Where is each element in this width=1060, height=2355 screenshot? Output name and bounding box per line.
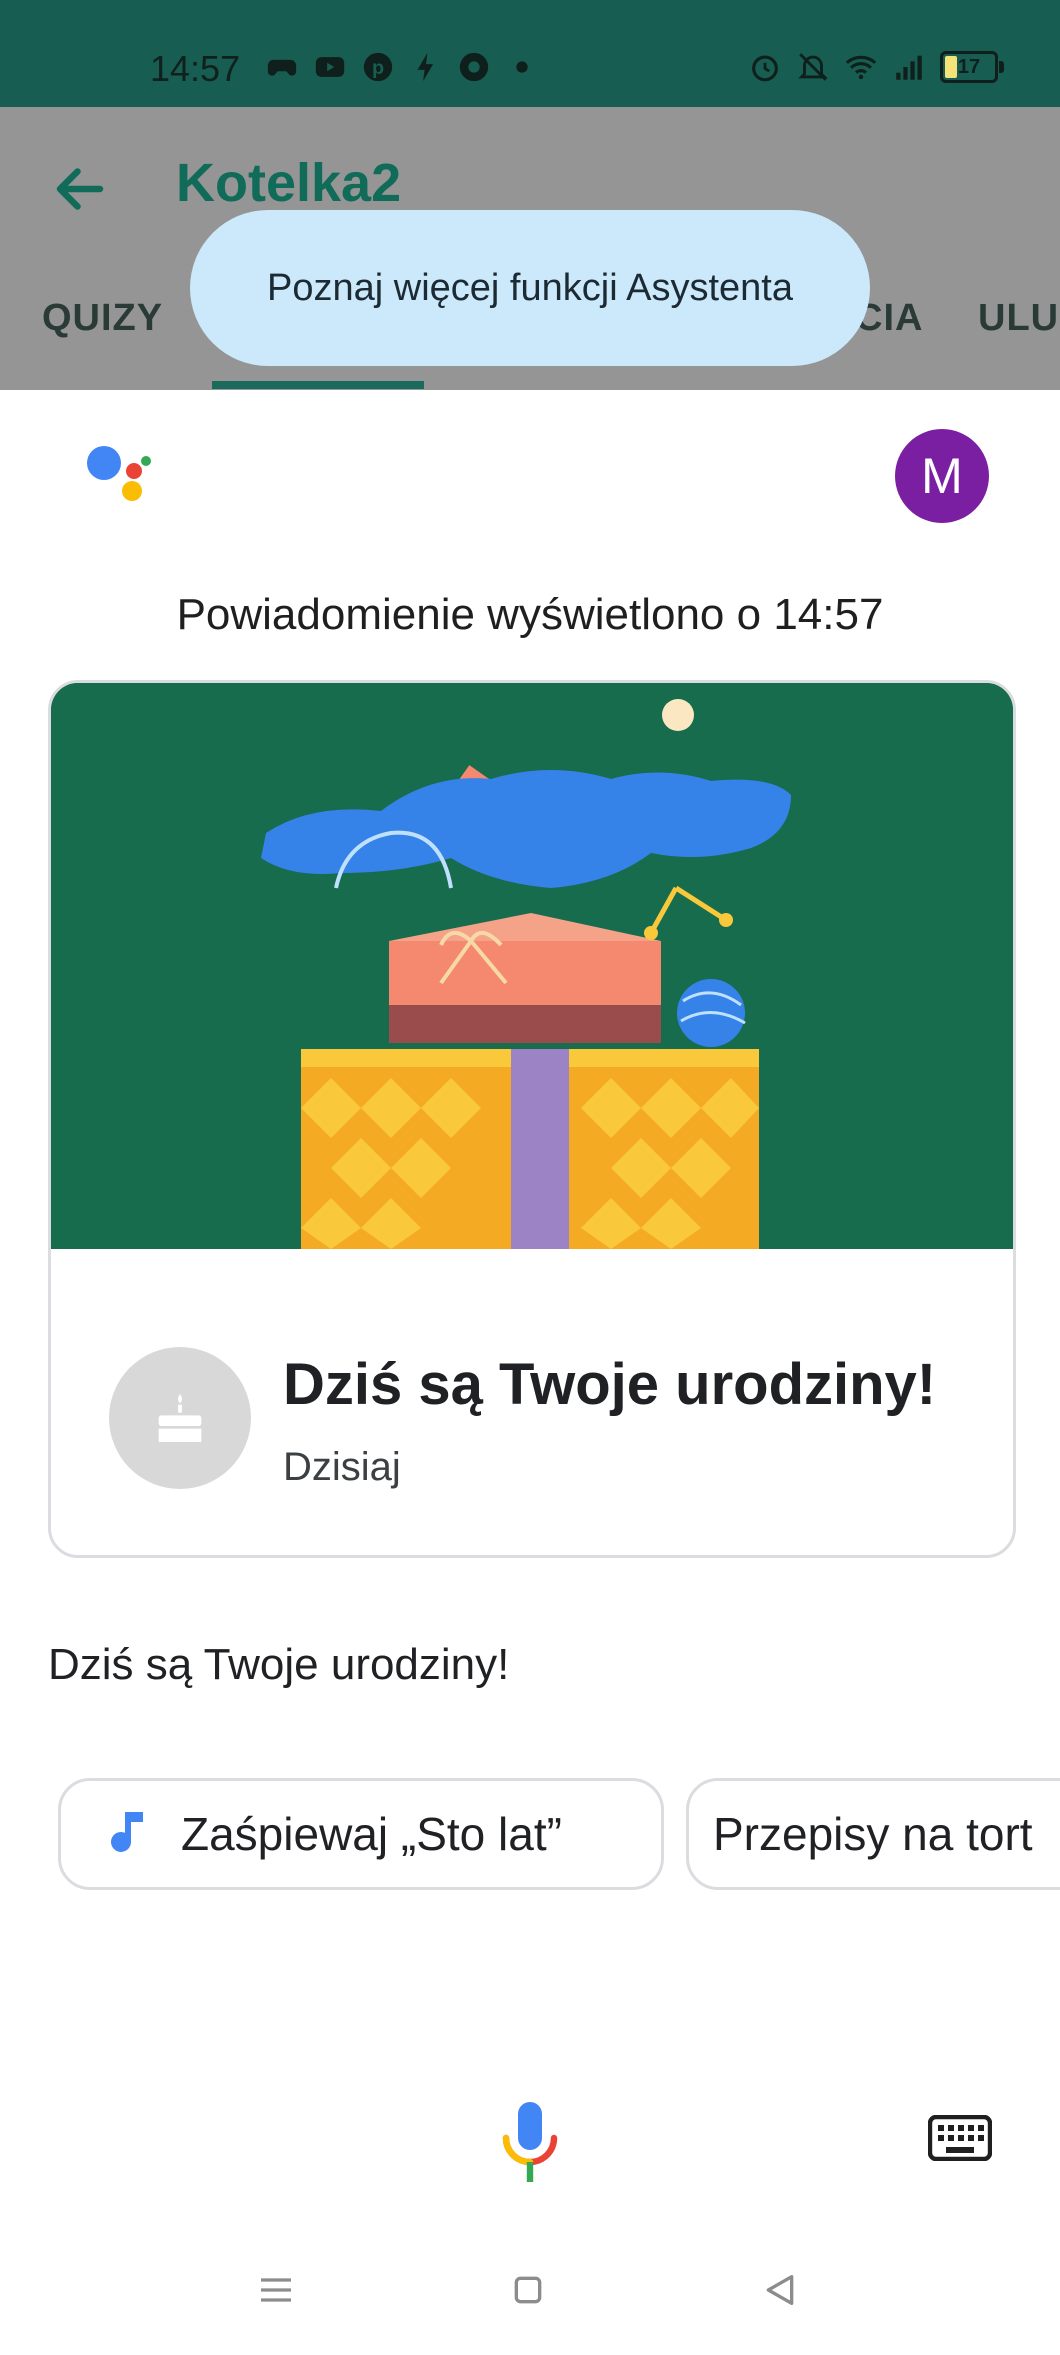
chrome-icon	[459, 52, 489, 82]
assistant-features-tooltip[interactable]: Poznaj więcej funkcji Asystenta	[190, 210, 870, 366]
dot-icon	[516, 61, 528, 73]
notification-time: Powiadomienie wyświetlono o 14:57	[176, 590, 884, 639]
signal-icon	[896, 55, 922, 80]
pinterest-icon: p	[363, 52, 393, 82]
birthday-gifts-illustration	[51, 683, 1013, 1249]
bell-off-icon	[798, 53, 828, 81]
app-title: Kotelka2	[176, 153, 402, 213]
microphone-icon[interactable]	[500, 2100, 560, 2184]
avatar[interactable]: M	[895, 429, 989, 523]
card-subtitle: Dzisiaj	[283, 1445, 401, 1489]
card-title: Dziś są Twoje urodziny!	[283, 1352, 937, 1417]
back-triangle-icon[interactable]	[760, 2270, 800, 2310]
sing-sto-lat-chip[interactable]: Zaśpiewaj „Sto lat”	[58, 1778, 664, 1890]
music-note-icon	[111, 1812, 143, 1852]
back-arrow-icon[interactable]	[50, 159, 110, 219]
alarm-icon	[752, 55, 778, 82]
status-time: 14:57	[150, 48, 241, 89]
tab-indicator	[212, 381, 424, 389]
svg-text:p: p	[372, 57, 384, 79]
cake-recipes-chip[interactable]: Przepisy na tort	[686, 1778, 1060, 1890]
bolt-icon	[417, 52, 434, 82]
tab-partial-ulu[interactable]: ULU	[978, 297, 1059, 340]
assistant-reply: Dziś są Twoje urodziny!	[48, 1640, 510, 1689]
keyboard-icon[interactable]	[928, 2115, 992, 2161]
tab-quizy[interactable]: QUIZY	[42, 297, 163, 340]
menu-icon[interactable]	[256, 2270, 296, 2310]
cake-icon-circle	[109, 1347, 251, 1489]
home-square-icon[interactable]	[508, 2270, 548, 2310]
status-bar: 14:57 p 17	[0, 0, 1060, 107]
chip-label-recipes: Przepisy na tort	[713, 1808, 1033, 1860]
youtube-icon	[315, 57, 345, 77]
wifi-icon	[845, 55, 877, 80]
cake-icon	[158, 1394, 202, 1442]
birthday-card[interactable]: Dziś są Twoje urodziny! Dzisiaj	[48, 680, 1016, 1558]
battery-level: 17	[957, 56, 981, 78]
assistant-sheet: M Powiadomienie wyświetlono o 14:57 Dziś…	[0, 390, 1060, 2355]
battery-icon: 17	[940, 51, 1004, 83]
avatar-letter: M	[921, 448, 963, 504]
game-controller-icon	[267, 59, 297, 76]
tooltip-text: Poznaj więcej funkcji Asystenta	[267, 266, 793, 309]
google-assistant-logo-icon	[87, 446, 151, 501]
chip-label-sing: Zaśpiewaj „Sto lat”	[181, 1808, 562, 1860]
